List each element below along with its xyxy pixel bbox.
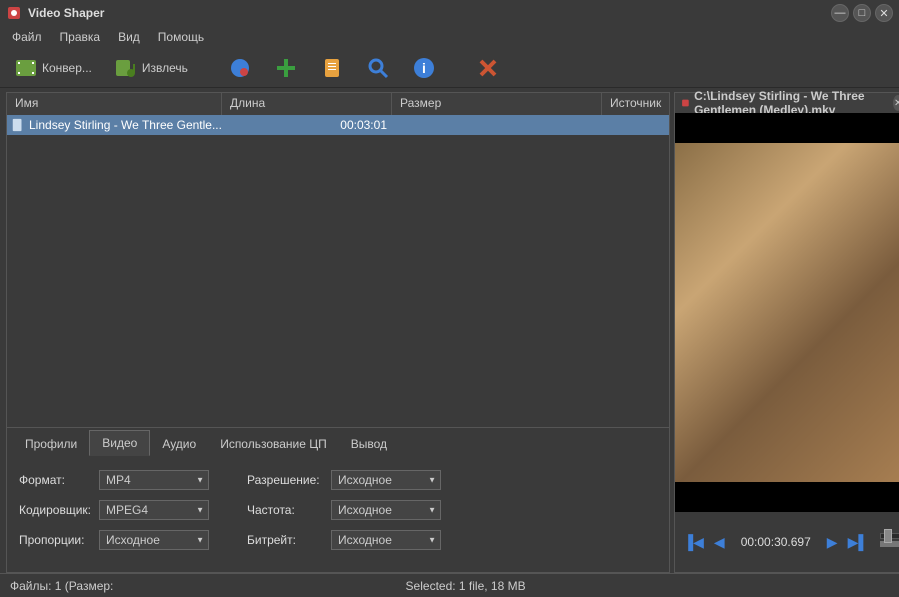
- minimize-button[interactable]: —: [831, 4, 849, 22]
- format-label: Формат:: [19, 473, 95, 487]
- app-icon: [681, 96, 690, 110]
- col-length[interactable]: Длина: [222, 93, 392, 115]
- skip-forward-button[interactable]: ▶▌: [848, 534, 869, 551]
- menu-file[interactable]: Файл: [4, 28, 50, 46]
- window-title: Video Shaper: [28, 6, 104, 20]
- time-display: 00:00:30.697: [735, 535, 817, 549]
- list-header: Имя Длина Размер Источник: [7, 93, 669, 115]
- chevron-down-icon: ▼: [196, 476, 204, 485]
- info-button[interactable]: i: [406, 52, 442, 84]
- extract-button[interactable]: Извлечь: [108, 52, 194, 84]
- bitrate-dropdown[interactable]: Исходное▼: [331, 530, 441, 550]
- convert-button[interactable]: Конвер...: [8, 52, 98, 84]
- search-icon: [366, 56, 390, 80]
- list-item[interactable]: Lindsey Stirling - We Three Gentle... 00…: [7, 115, 669, 135]
- framerate-label: Частота:: [247, 503, 327, 517]
- timeline-slider[interactable]: [880, 527, 899, 557]
- menu-view[interactable]: Вид: [110, 28, 148, 46]
- film-icon: [14, 56, 38, 80]
- video-frame: [675, 143, 899, 482]
- chevron-down-icon: ▼: [428, 476, 436, 485]
- file-icon: [11, 118, 25, 132]
- status-selected: Selected: 1 file, 18 MB: [406, 579, 889, 593]
- preview-close-button[interactable]: ✕: [893, 95, 899, 111]
- encoder-label: Кодировщик:: [19, 503, 95, 517]
- convert-label: Конвер...: [42, 61, 92, 75]
- chevron-down-icon: ▼: [196, 536, 204, 545]
- bitrate-label: Битрейт:: [247, 533, 327, 547]
- tab-cpu[interactable]: Использование ЦП: [208, 432, 339, 456]
- tab-audio[interactable]: Аудио: [150, 432, 208, 456]
- tab-video[interactable]: Видео: [89, 430, 150, 456]
- skip-back-button[interactable]: ▐◀: [683, 534, 704, 551]
- delete-button[interactable]: [470, 52, 506, 84]
- aspect-label: Пропорции:: [19, 533, 95, 547]
- item-name: Lindsey Stirling - We Three Gentle...: [29, 118, 225, 132]
- plus-icon: [274, 56, 298, 80]
- col-name[interactable]: Имя: [7, 93, 222, 115]
- music-film-icon: [114, 56, 138, 80]
- play-back-button[interactable]: ◀: [714, 534, 725, 551]
- item-length: 00:03:01: [225, 118, 395, 132]
- x-icon: [476, 56, 500, 80]
- status-files: Файлы: 1 (Размер:: [10, 579, 406, 593]
- menu-help[interactable]: Помощь: [150, 28, 212, 46]
- timeline-handle[interactable]: [884, 529, 892, 543]
- menu-edit[interactable]: Правка: [52, 28, 109, 46]
- format-dropdown[interactable]: MP4▼: [99, 470, 209, 490]
- encoder-dropdown[interactable]: MPEG4▼: [99, 500, 209, 520]
- extract-label: Извлечь: [142, 61, 188, 75]
- app-icon: [6, 5, 22, 21]
- info-icon: i: [412, 56, 436, 80]
- search-button[interactable]: [360, 52, 396, 84]
- col-size[interactable]: Размер: [392, 93, 602, 115]
- resolution-label: Разрешение:: [247, 473, 327, 487]
- tab-output[interactable]: Вывод: [339, 432, 399, 456]
- framerate-dropdown[interactable]: Исходное▼: [331, 500, 441, 520]
- chevron-down-icon: ▼: [428, 536, 436, 545]
- col-source[interactable]: Источник: [602, 93, 669, 115]
- aspect-dropdown[interactable]: Исходное▼: [99, 530, 209, 550]
- settings-button[interactable]: [222, 52, 258, 84]
- clipboard-icon: [320, 56, 344, 80]
- close-button[interactable]: ✕: [875, 4, 893, 22]
- chevron-down-icon: ▼: [428, 506, 436, 515]
- svg-text:i: i: [422, 60, 426, 76]
- gear-sphere-icon: [228, 56, 252, 80]
- add-button[interactable]: [268, 52, 304, 84]
- clipboard-button[interactable]: [314, 52, 350, 84]
- maximize-button[interactable]: □: [853, 4, 871, 22]
- tab-profiles[interactable]: Профили: [13, 432, 89, 456]
- chevron-down-icon: ▼: [196, 506, 204, 515]
- resolution-dropdown[interactable]: Исходное▼: [331, 470, 441, 490]
- play-forward-button[interactable]: ▶: [827, 534, 838, 551]
- video-preview[interactable]: [675, 113, 899, 512]
